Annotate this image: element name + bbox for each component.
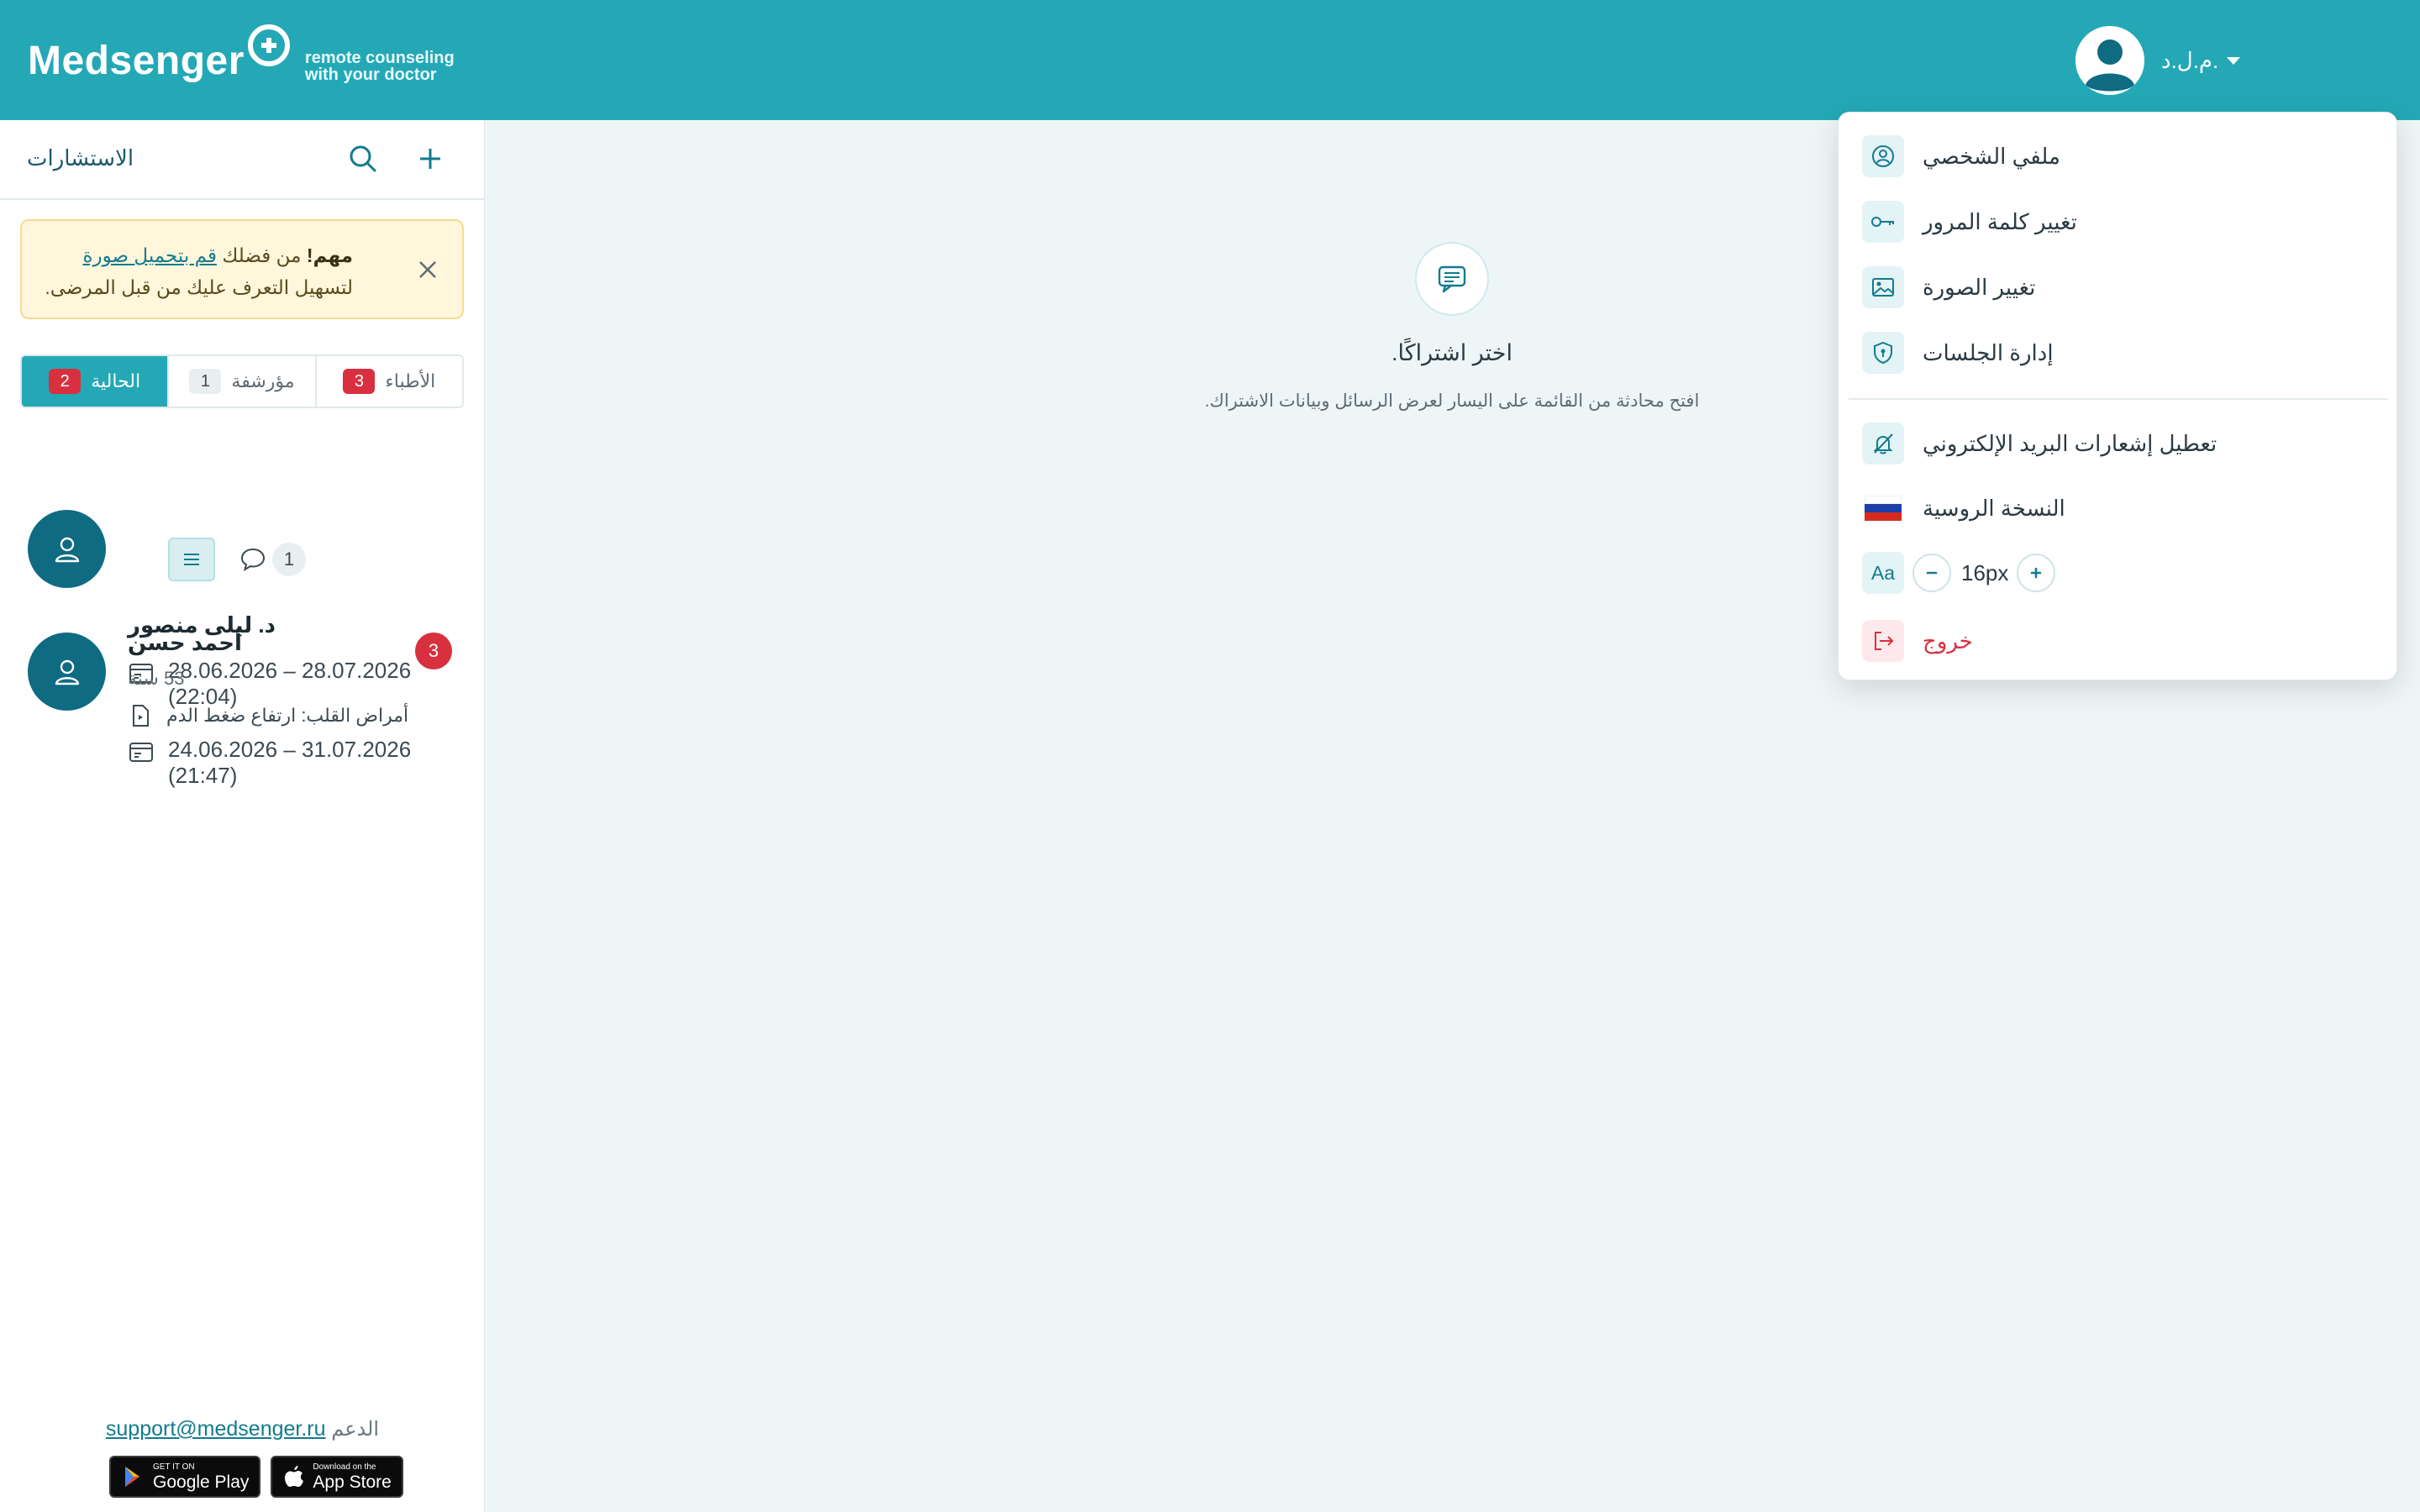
tab-doctors[interactable]: الأطباء 3 <box>314 356 462 407</box>
empty-state-subtitle: افتح محادثة من القائمة على اليسار لعرض ا… <box>1204 391 1700 411</box>
image-icon <box>1862 266 1904 308</box>
consultation-tabs: الحالية 2 مؤرشفة 1 الأطباء 3 <box>20 354 464 408</box>
tab-count-badge: 1 <box>189 369 222 394</box>
user-menu-trigger[interactable]: م.ل.د. <box>2075 25 2241 96</box>
brand-name: Medsenger <box>28 38 245 83</box>
user-dropdown-menu: ملفي الشخصي تغيير كلمة المرور تغيير الصو… <box>1838 112 2397 680</box>
alert-message: مهم! من فضلك قم بتحميل صورة لتسهيل التعر… <box>45 244 353 298</box>
tab-count-badge: 3 <box>343 369 376 394</box>
google-play-icon <box>125 1467 139 1487</box>
brand-tagline: remote counseling with your doctor <box>304 49 455 84</box>
decrease-font-button[interactable] <box>1912 554 1951 592</box>
person-icon <box>28 510 106 588</box>
plus-icon <box>2031 567 2042 579</box>
empty-state-title: اختر اشتراكًا. <box>1392 340 1512 365</box>
menu-item-russian-version[interactable]: النسخة الروسية <box>1862 485 2375 532</box>
calendar-card-icon <box>129 743 153 762</box>
font-size-icon: Aa <box>1862 552 1904 594</box>
tab-current[interactable]: الحالية 2 <box>22 356 168 407</box>
support-email-link[interactable]: support@medsenger.ru <box>106 1417 326 1441</box>
close-icon[interactable] <box>413 255 443 285</box>
bell-off-icon <box>1862 423 1904 465</box>
support-line: support@medsenger.ru الدعم <box>0 1417 485 1441</box>
brand-logo[interactable]: Medsenger remote counseling with your do… <box>28 24 455 96</box>
tab-count-badge: 2 <box>49 369 82 394</box>
upload-photo-alert: مهم! من فضلك قم بتحميل صورة لتسهيل التعر… <box>20 219 464 319</box>
google-play-button[interactable]: GET IT ON Google Play <box>109 1456 261 1498</box>
chevron-down-icon <box>2227 56 2241 65</box>
consultations-sidebar: الاستشارات مهم! من فضلك قم بتحميل صورة ل… <box>0 120 485 1512</box>
menu-item-sessions[interactable]: إدارة الجلسات <box>1862 329 2375 376</box>
increase-font-button[interactable] <box>2017 554 2056 592</box>
store-badges: GET IT ON Google Play Download on the Ap… <box>109 1456 403 1498</box>
font-size-control: Aa 16px <box>1862 549 2056 596</box>
unread-count-badge: 3 <box>415 633 452 669</box>
menu-item-logout[interactable]: خروج <box>1862 617 2375 664</box>
app-store-button[interactable]: Download on the App Store <box>271 1456 403 1498</box>
upload-photo-link[interactable]: قم بتحميل صورة <box>82 244 217 266</box>
document-icon <box>133 705 149 727</box>
app-header: Medsenger remote counseling with your do… <box>0 0 2420 120</box>
tab-archived[interactable]: مؤرشفة 1 <box>167 356 314 407</box>
consultation-diagnosis: أمراض القلب: ارتفاع ضغط الدم <box>128 703 408 728</box>
person-icon <box>28 633 106 711</box>
support-label: الدعم <box>331 1418 380 1441</box>
user-name: م.ل.د. <box>2161 47 2219 73</box>
minus-icon <box>1926 571 1938 575</box>
russian-flag-icon <box>1862 487 1904 529</box>
chat-list-icon <box>1415 242 1489 316</box>
menu-item-change-photo[interactable]: تغيير الصورة <box>1862 264 2375 311</box>
font-size-value: 16px <box>1961 559 2009 585</box>
menu-item-change-password[interactable]: تغيير كلمة المرور <box>1862 198 2375 245</box>
consultation-item[interactable]: د. ليلى منصور 28.06.2026 – 28.07.2026 (2… <box>0 490 485 709</box>
add-icon[interactable] <box>413 142 447 176</box>
user-avatar-icon <box>2075 26 2144 95</box>
menu-item-profile[interactable]: ملفي الشخصي <box>1862 133 2375 180</box>
sidebar-header: الاستشارات <box>0 120 485 200</box>
sidebar-title: الاستشارات <box>27 145 134 171</box>
consultation-dates: 24.06.2026 – 31.07.2026 (21:47) <box>128 737 411 789</box>
apple-icon <box>285 1466 304 1487</box>
key-icon <box>1862 201 1904 243</box>
menu-divider <box>1849 398 2388 400</box>
user-circle-icon <box>1862 135 1904 177</box>
search-icon[interactable] <box>346 142 380 176</box>
patient-age: 53 سنة <box>128 668 185 689</box>
shield-icon <box>1862 332 1904 374</box>
menu-item-disable-email[interactable]: تعطيل إشعارات البريد الإلكتروني <box>1862 420 2375 467</box>
brand-plus-icon <box>247 24 290 66</box>
consultation-name: أحمد حسن <box>128 630 242 655</box>
logout-icon <box>1862 620 1904 662</box>
